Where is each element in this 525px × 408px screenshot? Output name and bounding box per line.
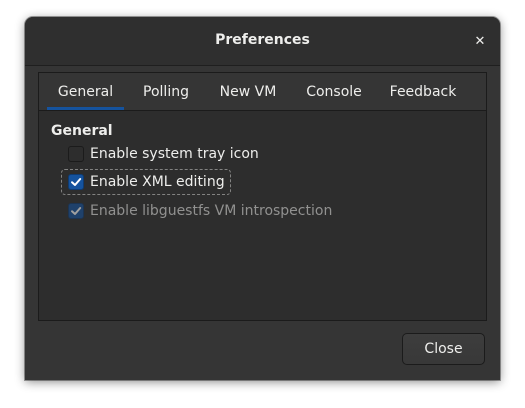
system-tray-checkbox-row[interactable]: Enable system tray icon (68, 142, 259, 166)
system-tray-checkbox[interactable] (68, 146, 84, 162)
tab-label: New VM (219, 83, 277, 100)
tab-label: Polling (143, 83, 189, 100)
checkmark-icon (71, 207, 82, 215)
tab-new-vm[interactable]: New VM (209, 73, 287, 110)
tab-label: Feedback (389, 83, 457, 100)
tab-general[interactable]: General (47, 73, 124, 110)
close-icon[interactable]: ✕ (468, 29, 492, 53)
libguestfs-label: Enable libguestfs VM introspection (90, 203, 333, 219)
dialog-title: Preferences (215, 32, 310, 48)
libguestfs-checkbox (68, 203, 84, 219)
tab-label: General (57, 83, 114, 100)
system-tray-label: Enable system tray icon (90, 146, 259, 162)
preferences-notebook: General Polling New VM Console Feedback … (38, 72, 487, 321)
libguestfs-checkbox-row: Enable libguestfs VM introspection (68, 199, 332, 223)
tab-polling[interactable]: Polling (132, 73, 200, 110)
preferences-dialog: Preferences ✕ General Polling New VM Con… (25, 17, 500, 380)
section-title-general: General (51, 123, 113, 139)
tab-feedback[interactable]: Feedback (381, 73, 465, 110)
close-button-label: Close (424, 341, 463, 357)
xml-editing-label: Enable XML editing (90, 174, 225, 190)
xml-editing-checkbox-row[interactable]: Enable XML editing (61, 169, 231, 195)
checkmark-icon (71, 178, 82, 186)
close-button[interactable]: Close (402, 333, 485, 365)
xml-editing-checkbox[interactable] (68, 174, 84, 190)
tab-bar: General Polling New VM Console Feedback (39, 73, 486, 111)
tab-label: Console (306, 83, 362, 100)
tab-console[interactable]: Console (295, 73, 373, 110)
title-bar[interactable]: Preferences ✕ (25, 17, 500, 66)
